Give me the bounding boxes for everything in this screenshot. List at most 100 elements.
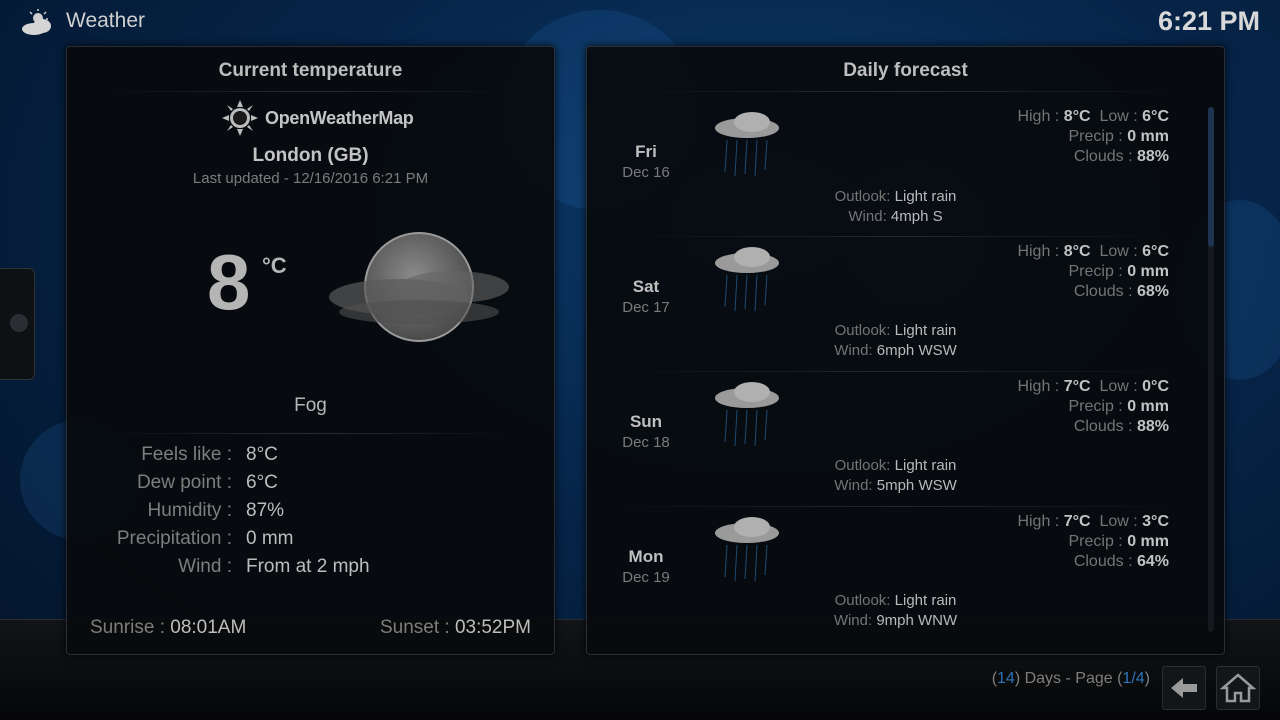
high-label: High : [1017,378,1060,395]
wind-value: 5mph WSW [876,477,957,494]
page-info: (14) Days - Page (1/4) [992,670,1150,688]
precip-value: 0 mm [1127,128,1169,145]
low-label: Low : [1099,378,1138,395]
top-bar: Weather 6:21 PM [0,0,1280,44]
rain-cloud-icon [715,517,779,582]
outlook: Outlook: Light rain [577,322,1214,339]
low-label: Low : [1099,108,1138,125]
clouds: Clouds : 64% [1074,553,1169,571]
days-page-label: ) Days - Page ( [1014,670,1123,687]
detail-wind: Wind : From at 2 mph [67,556,554,584]
high-low: High : 7°C Low : 3°C [1017,513,1169,531]
paren: ) [1144,670,1150,687]
precip: Precip : 0 mm [1069,533,1170,551]
page-number: 1/4 [1122,670,1145,687]
low-value: 6°C [1142,108,1169,125]
detail-value: 87% [246,500,285,521]
clouds-label: Clouds : [1073,553,1133,570]
detail-label: Dew point : [136,472,232,493]
wind-label: Wind: [834,477,873,494]
high-low: High : 8°C Low : 6°C [1017,108,1169,126]
sunrise: Sunrise : 08:01AM [90,617,246,639]
outlook-label: Outlook: [834,592,891,609]
sunset-time: 03:52PM [454,617,531,638]
outlook: Outlook: Light rain [577,592,1214,609]
precip-label: Precip : [1068,398,1123,415]
high-value: 7°C [1063,513,1091,530]
side-menu-tab[interactable] [0,268,35,380]
back-button[interactable] [1162,666,1206,710]
outlook-label: Outlook: [834,457,891,474]
detail-value: From at 2 mph [246,556,370,577]
high-label: High : [1017,513,1060,530]
clouds-label: Clouds : [1073,418,1133,435]
forecast-day-row[interactable]: Sat Dec 17 High : 8°C Low : 6°C Precip :… [587,237,1207,372]
daily-forecast-panel: Daily forecast Fri Dec 16 High : 8°C Low… [586,46,1225,655]
day-date: Dec 16 [622,164,670,181]
precip: Precip : 0 mm [1069,398,1170,416]
forecast-day-row[interactable]: Sun Dec 18 High : 7°C Low : 0°C Precip :… [587,372,1207,507]
current-weather-panel: Current temperature OpenWeatherMap Londo… [66,46,555,655]
detail-label: Humidity : [147,500,232,521]
low-label: Low : [1099,513,1138,530]
wind: Wind: 9mph WNW [577,612,1214,629]
outlook-value: Light rain [894,457,957,474]
high-value: 8°C [1063,243,1091,260]
panel-title: Current temperature [218,60,403,81]
detail-value: 6°C [246,472,278,493]
clouds-value: 68% [1136,283,1169,300]
home-button[interactable] [1216,666,1260,710]
clouds-label: Clouds : [1073,283,1133,300]
sunset-label: Sunset : [379,617,450,638]
side-menu-arrow-icon[interactable] [10,314,28,332]
forecast-day-row[interactable]: Mon Dec 19 High : 7°C Low : 3°C Precip :… [587,507,1207,642]
detail-value: 8°C [246,444,278,465]
outlook-label: Outlook: [834,322,891,339]
day-name: Sun [629,412,663,431]
detail-precipitation: Precipitation : 0 mm [67,528,554,556]
high-value: 7°C [1063,378,1091,395]
openweathermap-logo-icon [222,100,258,136]
low-label: Low : [1099,243,1138,260]
detail-feels-like: Feels like : 8°C [67,444,554,472]
clouds: Clouds : 68% [1074,283,1169,301]
forecast-scrollbar[interactable] [1208,107,1214,632]
high-value: 8°C [1063,108,1091,125]
outlook-value: Light rain [894,188,957,205]
high-low: High : 8°C Low : 6°C [1017,243,1169,261]
precip-value: 0 mm [1127,263,1169,280]
precip-label: Precip : [1068,263,1123,280]
outlook: Outlook: Light rain [577,188,1214,205]
precip: Precip : 0 mm [1069,263,1170,281]
sunrise-time: 08:01AM [170,617,247,638]
precip-label: Precip : [1068,128,1123,145]
outlook-value: Light rain [894,592,957,609]
clock: 6:21 PM [1157,6,1260,36]
low-value: 6°C [1142,243,1169,260]
scrollbar-thumb[interactable] [1208,107,1214,247]
wind-label: Wind: [833,612,873,629]
detail-label: Precipitation : [116,528,232,549]
clouds-value: 88% [1136,148,1169,165]
outlook: Outlook: Light rain [577,457,1214,474]
app-title: Weather [66,9,145,32]
outlook-value: Light rain [894,322,957,339]
current-condition: Fog [294,395,327,416]
forecast-day-row[interactable]: Fri Dec 16 High : 8°C Low : 6°C Precip :… [587,102,1207,237]
home-icon [1219,673,1257,703]
high-label: High : [1017,108,1060,125]
back-arrow-icon [1171,678,1197,698]
detail-label: Wind : [178,556,232,577]
precip-value: 0 mm [1127,533,1169,550]
current-temperature: 8 [207,238,251,326]
rain-cloud-icon [715,247,779,312]
day-date: Dec 19 [622,569,670,586]
panel-title: Daily forecast [843,60,968,81]
outlook-label: Outlook: [834,188,891,205]
detail-label: Feels like : [141,444,232,465]
precip-label: Precip : [1068,533,1123,550]
fog-moon-icon [329,232,509,342]
day-name: Sat [632,277,660,296]
low-value: 0°C [1142,378,1169,395]
rain-cloud-icon [715,382,779,447]
